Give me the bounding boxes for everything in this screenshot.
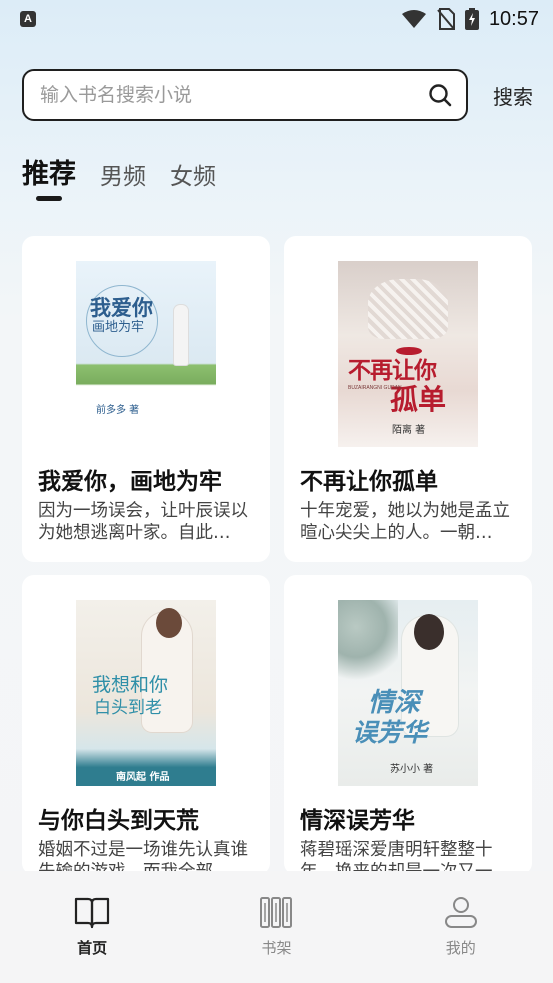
nav-home-label: 首页	[77, 939, 108, 957]
book-description: 蒋碧瑶深爱唐明轩整整十年，换来的却是一次又一…	[300, 840, 510, 875]
book-card[interactable]: 情深 误芳华 苏小小 著 情深误芳华 蒋碧瑶深爱唐明轩整整十年，换来的却是一次又…	[284, 575, 532, 875]
tab-female[interactable]: 女频	[170, 157, 216, 201]
no-sim-icon	[437, 8, 455, 30]
nav-profile[interactable]: 我的	[416, 895, 506, 983]
bookshelf-icon	[260, 897, 293, 928]
book-card[interactable]: 不再让你 孤单 BUZAIRANGNI GUDAN 陌离 著 不再让你孤单 十年…	[284, 236, 532, 562]
battery-charging-icon	[464, 8, 479, 30]
cover-subtitle: BUZAIRANGNI GUDAN	[348, 385, 402, 391]
nav-profile-label: 我的	[445, 939, 476, 957]
book-cover[interactable]: 情深 误芳华 苏小小 著	[338, 600, 478, 786]
cover-title-line-1: 情深	[368, 688, 421, 718]
nav-bookshelf-label: 书架	[261, 939, 292, 957]
book-cover[interactable]: 我爱你 画地为牢 前多多 著	[76, 261, 216, 447]
nav-home[interactable]: 首页	[47, 895, 137, 983]
search-icon[interactable]	[428, 83, 452, 107]
cover-title-line-2: 误芳华	[352, 718, 428, 747]
book-description: 婚姻不过是一场谁先认真谁先输的游戏，而我全部…	[38, 840, 248, 875]
cover-hair	[414, 614, 444, 650]
status-bar: A 10:57	[0, 0, 553, 38]
category-tabs: 推荐 男频 女频	[22, 152, 240, 201]
book-description: 因为一场误会，让叶辰误以为她想逃离叶家。自此…	[38, 501, 248, 543]
tab-male[interactable]: 男频	[100, 157, 146, 201]
search-input[interactable]	[40, 84, 428, 106]
cover-author: 南风起 作品	[116, 772, 170, 783]
search-row: 搜索	[22, 69, 533, 121]
tab-recommended[interactable]: 推荐	[22, 152, 76, 201]
cover-title-line-1: 我爱你	[90, 295, 153, 320]
book-title[interactable]: 与你白头到天荒	[38, 801, 199, 835]
cover-author: 苏小小 著	[390, 764, 434, 775]
status-time: 10:57	[488, 7, 539, 30]
wifi-icon	[401, 10, 426, 28]
book-open-icon	[75, 897, 110, 929]
cover-tree	[338, 600, 398, 690]
search-button[interactable]: 搜索	[493, 81, 533, 110]
search-box[interactable]	[22, 69, 468, 121]
book-cover[interactable]: 我想和你 白头到老 南风起 作品	[76, 600, 216, 786]
user-icon	[444, 897, 477, 928]
cover-hair	[156, 608, 182, 638]
book-description: 十年宠爱，她以为她是孟立暄心尖尖上的人。一朝…	[300, 501, 510, 543]
book-title[interactable]: 情深误芳华	[300, 801, 415, 835]
cover-title-line-1: 不再让你	[348, 357, 437, 384]
book-card[interactable]: 我爱你 画地为牢 前多多 著 我爱你，画地为牢 因为一场误会，让叶辰误以为她想逃…	[22, 236, 270, 562]
cover-title-line-2: 画地为牢	[92, 320, 145, 335]
cover-title-line-2: 白头到老	[94, 698, 162, 718]
bottom-nav: 首页 书架 我的	[0, 871, 553, 983]
book-card[interactable]: 我想和你 白头到老 南风起 作品 与你白头到天荒 婚姻不过是一场谁先认真谁先输的…	[22, 575, 270, 875]
cover-author: 陌离 著	[392, 425, 426, 436]
book-cover[interactable]: 不再让你 孤单 BUZAIRANGNI GUDAN 陌离 著	[338, 261, 478, 447]
cover-lace-veil	[368, 279, 448, 339]
cover-lips	[396, 347, 422, 355]
cover-figure	[174, 305, 188, 365]
app-notification-icon: A	[20, 11, 36, 27]
nav-bookshelf[interactable]: 书架	[231, 895, 321, 983]
cover-title-line-1: 我想和你	[92, 674, 169, 696]
book-title[interactable]: 我爱你，画地为牢	[38, 462, 222, 496]
cover-author: 前多多 著	[96, 405, 140, 416]
book-title[interactable]: 不再让你孤单	[300, 462, 438, 496]
